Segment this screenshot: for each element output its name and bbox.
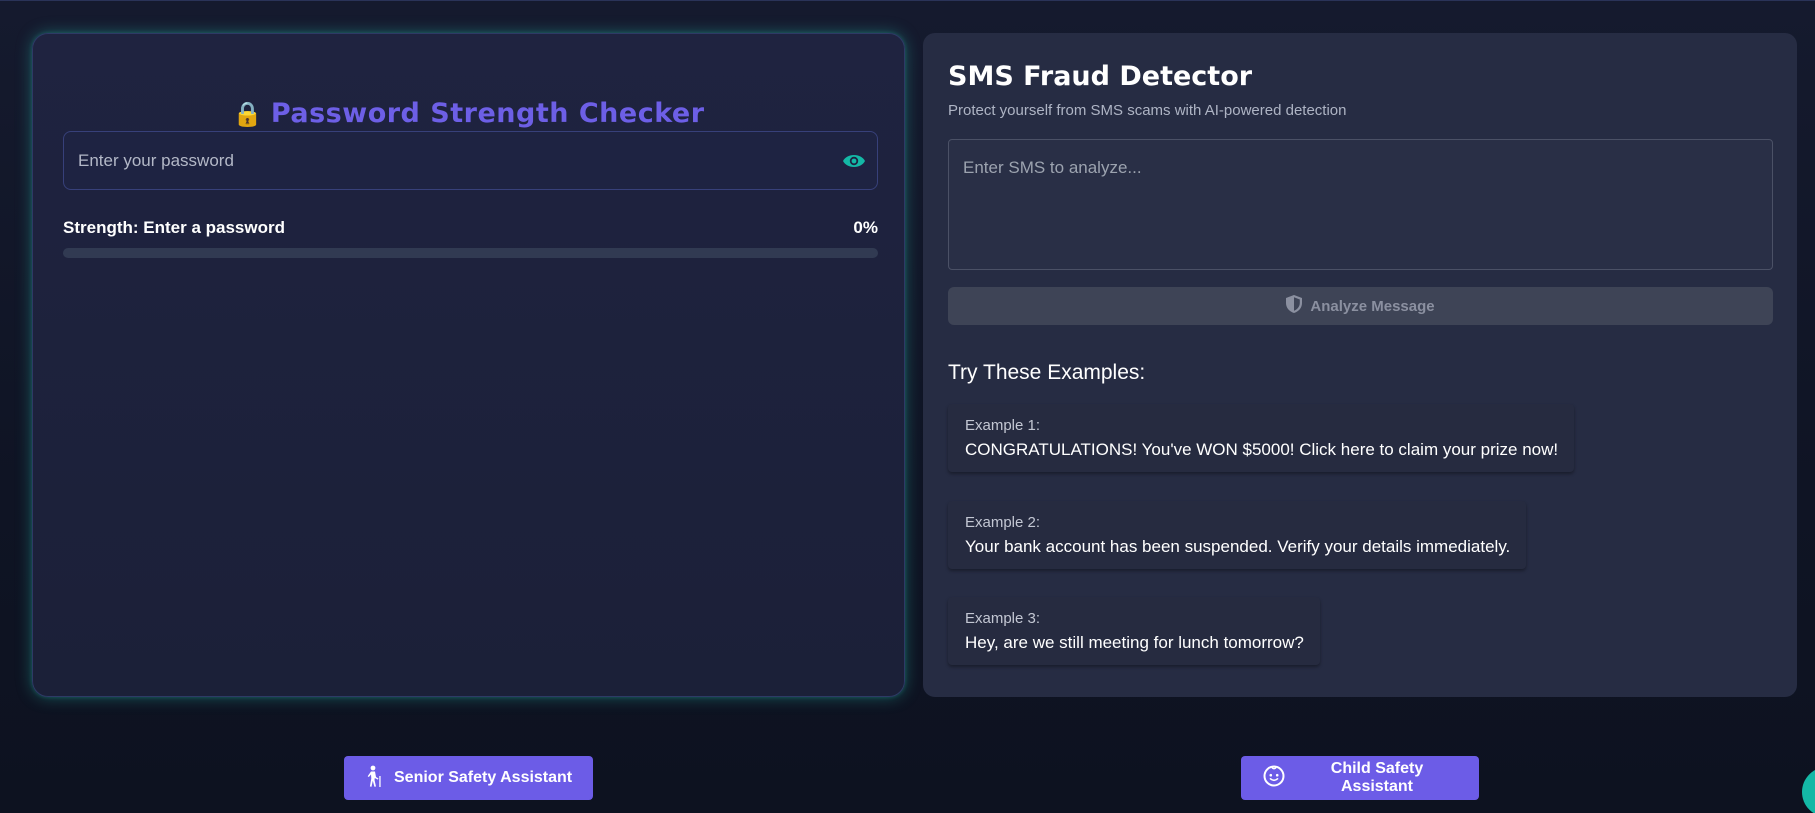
example-text: CONGRATULATIONS! You've WON $5000! Click… — [965, 440, 1559, 459]
sms-detector-subtitle: Protect yourself from SMS scams with AI-… — [948, 102, 1347, 119]
chat-launcher-button[interactable] — [1802, 767, 1815, 813]
senior-safety-assistant-button[interactable]: Senior Safety Assistant — [344, 756, 593, 800]
strength-label: Strength: Enter a password — [63, 218, 285, 237]
password-input[interactable] — [64, 132, 877, 189]
sms-detector-card: SMS Fraud Detector Protect yourself from… — [923, 33, 1797, 697]
example-label: Example 3: — [965, 610, 1041, 627]
password-checker-card: 🔒 Password Strength Checker Strength: Ent… — [32, 33, 905, 697]
shield-icon — [1286, 295, 1303, 317]
example-text: Hey, are we still meeting for lunch tomo… — [965, 633, 1304, 652]
example-card[interactable]: Example 2: Your bank account has been su… — [948, 501, 1527, 569]
password-checker-title: 🔒 Password Strength Checker — [33, 98, 904, 129]
example-card[interactable]: Example 1: CONGRATULATIONS! You've WON $… — [948, 404, 1575, 472]
eye-icon[interactable] — [841, 149, 867, 173]
analyze-message-button[interactable]: Analyze Message — [948, 287, 1773, 325]
example-label: Example 1: — [965, 417, 1041, 434]
sms-input[interactable] — [948, 139, 1773, 270]
senior-safety-assistant-label: Senior Safety Assistant — [394, 769, 573, 786]
strength-percent: 0% — [853, 218, 878, 237]
example-label: Example 2: — [965, 514, 1041, 531]
sms-detector-title: SMS Fraud Detector — [948, 61, 1253, 92]
child-safety-assistant-button[interactable]: Child Safety Assistant — [1241, 756, 1479, 800]
top-divider — [0, 0, 1815, 1]
password-input-wrapper — [63, 131, 878, 190]
child-safety-assistant-label: Child Safety Assistant — [1330, 760, 1424, 795]
examples-heading: Try These Examples: — [948, 361, 1146, 384]
child-face-icon — [1263, 765, 1285, 792]
password-checker-title-text: Password Strength Checker — [270, 98, 705, 129]
lock-icon: 🔒 — [232, 100, 263, 128]
strength-row: Strength: Enter a password 0% — [63, 218, 878, 238]
strength-meter — [63, 248, 878, 258]
analyze-message-label: Analyze Message — [1310, 297, 1435, 315]
example-card[interactable]: Example 3: Hey, are we still meeting for… — [948, 597, 1320, 665]
elderly-person-icon — [366, 765, 384, 792]
example-text: Your bank account has been suspended. Ve… — [965, 537, 1511, 556]
